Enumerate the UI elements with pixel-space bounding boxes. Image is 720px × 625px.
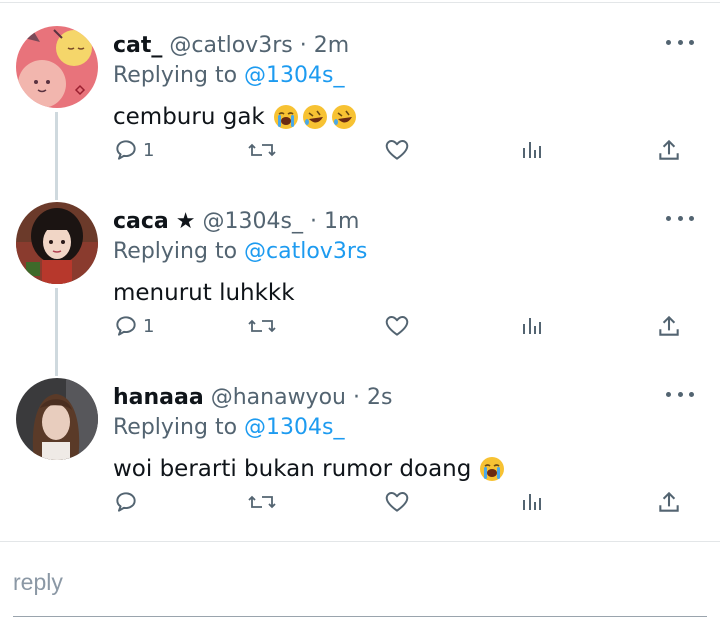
replying-to-label: Replying to [113,239,245,264]
reply-icon [116,492,136,512]
retweet-icon [248,319,276,333]
retweet-button[interactable] [247,309,277,343]
star-icon: ★ [175,209,196,234]
tweet-text-content: cemburu gak [113,104,265,130]
like-button[interactable] [384,309,410,343]
tweet-text-content: menurut luhkkk [113,280,295,306]
like-button[interactable] [384,133,410,167]
replying-to: Replying to @catlov3rs [113,236,367,268]
user-handle[interactable]: @1304s_ [203,209,303,234]
separator-dot: · [352,385,360,410]
timestamp[interactable]: 2s [367,385,392,410]
analytics-button[interactable] [520,485,544,519]
analytics-icon [523,142,541,158]
more-options-icon[interactable] [666,208,694,228]
share-button[interactable] [656,133,682,167]
user-handle[interactable]: @catlov3rs [169,33,292,58]
reply-button[interactable]: 1 [113,133,154,167]
tweet-text-content: woi berarti bukan rumor doang [113,456,472,482]
tweet-text: woi berarti bukan rumor doang [113,453,505,485]
tweet[interactable]: cat_ @catlov3rs · 2m Replying to @1304s_… [0,26,720,206]
tweet[interactable]: hanaaa @hanawyou · 2s Replying to @1304s… [0,378,720,558]
tweet-text: menurut luhkkk [113,277,295,309]
avatar[interactable] [16,378,98,460]
tweet-actions: 1 [0,133,720,167]
tweet[interactable]: caca ★ @1304s_ · 1m Replying to @catlov3… [0,202,720,382]
tweet-actions [0,485,720,519]
analytics-icon [523,494,541,510]
top-divider [0,2,720,3]
like-button[interactable] [384,485,410,519]
share-icon [659,491,679,512]
reply-button[interactable] [113,485,139,519]
share-button[interactable] [656,485,682,519]
replying-to: Replying to @1304s_ [113,60,344,92]
analytics-button[interactable] [520,309,544,343]
analytics-button[interactable] [520,133,544,167]
replying-to-handle[interactable]: @1304s_ [244,415,344,440]
analytics-icon [523,318,541,334]
timestamp[interactable]: 2m [314,33,349,58]
share-button[interactable] [656,309,682,343]
separator-dot: · [309,209,317,234]
avatar[interactable] [16,26,98,108]
reply-input[interactable] [13,561,703,603]
like-icon [385,316,409,336]
timestamp[interactable]: 1m [324,209,359,234]
replying-to-handle[interactable]: @1304s_ [244,63,344,88]
like-icon [385,140,409,160]
reply-count: 1 [143,139,155,161]
retweet-icon [248,495,276,509]
loudly-crying-face-icon [273,104,299,130]
replying-to-label: Replying to [113,415,245,440]
avatar[interactable] [16,202,98,284]
tweet-header: cat_ @catlov3rs · 2m [113,30,349,62]
replying-to: Replying to @1304s_ [113,412,344,444]
retweet-button[interactable] [247,133,277,167]
more-options-icon[interactable] [666,32,694,52]
rolling-on-floor-laughing-icon [331,104,357,130]
reply-input-underline [13,616,707,617]
tweet-text: cemburu gak [113,101,357,133]
reply-count: 1 [143,315,155,337]
like-icon [385,492,409,512]
reply-icon [116,140,136,160]
more-options-icon[interactable] [666,384,694,404]
tweet-header: caca ★ @1304s_ · 1m [113,206,359,238]
share-icon [659,139,679,160]
share-icon [659,315,679,336]
reply-button[interactable]: 1 [113,309,154,343]
replying-to-label: Replying to [113,63,245,88]
replying-to-handle[interactable]: @catlov3rs [244,239,367,264]
reply-box-divider [0,541,720,542]
separator-dot: · [299,33,307,58]
loudly-crying-face-icon [479,456,505,482]
retweet-icon [248,143,276,157]
tweet-actions: 1 [0,309,720,343]
rolling-on-floor-laughing-icon [302,104,328,130]
user-handle[interactable]: @hanawyou [211,385,346,410]
display-name[interactable]: caca [113,209,169,234]
display-name[interactable]: hanaaa [113,385,204,410]
retweet-button[interactable] [247,485,277,519]
display-name[interactable]: cat_ [113,33,162,58]
tweet-header: hanaaa @hanawyou · 2s [113,382,392,414]
reply-icon [116,316,136,336]
